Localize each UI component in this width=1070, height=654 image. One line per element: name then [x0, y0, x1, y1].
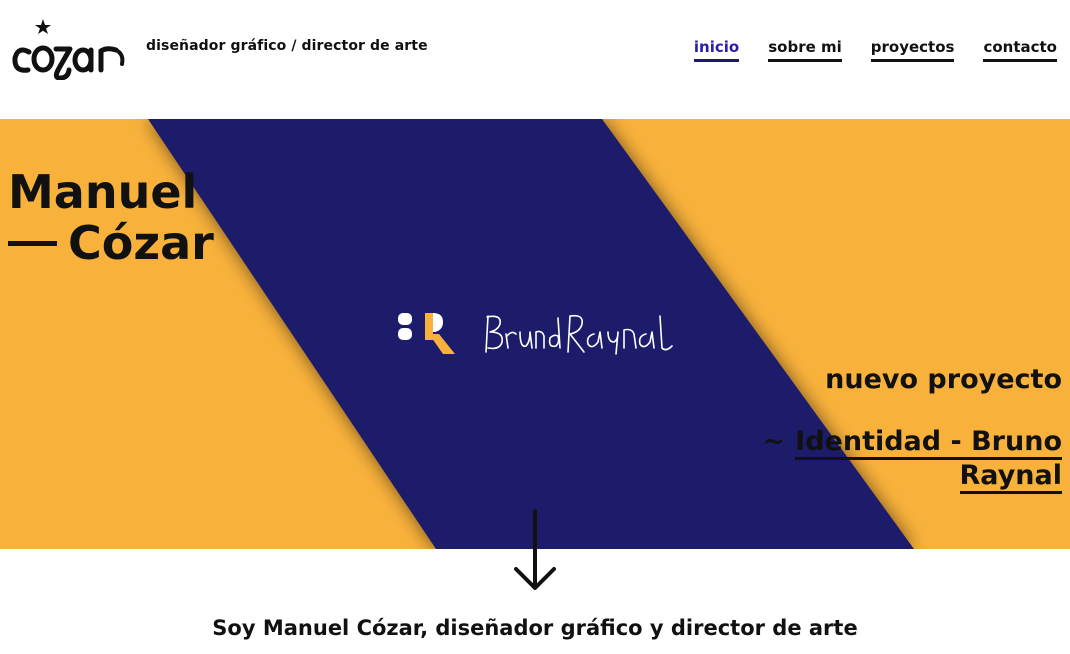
hero-title: Manuel Cózar	[8, 167, 214, 269]
nav-item-inicio[interactable]: inicio	[693, 38, 740, 62]
news-prefix: ~	[762, 426, 786, 457]
hero-title-first-name: Manuel	[8, 165, 198, 219]
cozar-logo-icon	[12, 19, 125, 80]
nav-item-sobre-mi[interactable]: sobre mi	[768, 38, 842, 62]
featured-project-link[interactable]: Identidad - Bruno Raynal	[795, 426, 1062, 494]
nav-item-proyectos[interactable]: proyectos	[870, 38, 955, 62]
arrow-down-icon[interactable]	[512, 509, 558, 591]
hero-title-line2: Cózar	[8, 218, 214, 269]
news-block: nuevo proyecto ~ Identidad - Bruno Raynal	[732, 363, 1062, 494]
site-logo[interactable]	[12, 18, 128, 80]
main-nav: inicio sobre mi proyectos contacto	[693, 38, 1057, 62]
site-tagline: diseñador gráfico / director de arte	[146, 38, 428, 54]
bruno-raynal-logo-icon	[398, 313, 455, 354]
hero-banner: Manuel Cózar nuevo proyecto ~ Identidad …	[0, 119, 1070, 549]
bruno-raynal-wordmark-icon	[485, 314, 673, 355]
title-dash-icon	[8, 241, 57, 246]
news-label: nuevo proyecto	[825, 364, 1062, 395]
hero-title-last-name: Cózar	[68, 216, 214, 270]
intro-heading: Soy Manuel Cózar, diseñador gráfico y di…	[212, 616, 858, 640]
nav-item-contacto[interactable]: contacto	[983, 38, 1057, 62]
news-link-row: ~ Identidad - Bruno Raynal	[732, 425, 1062, 494]
star-icon	[35, 19, 51, 34]
site-header: diseñador gráfico / director de arte ini…	[0, 0, 1070, 119]
